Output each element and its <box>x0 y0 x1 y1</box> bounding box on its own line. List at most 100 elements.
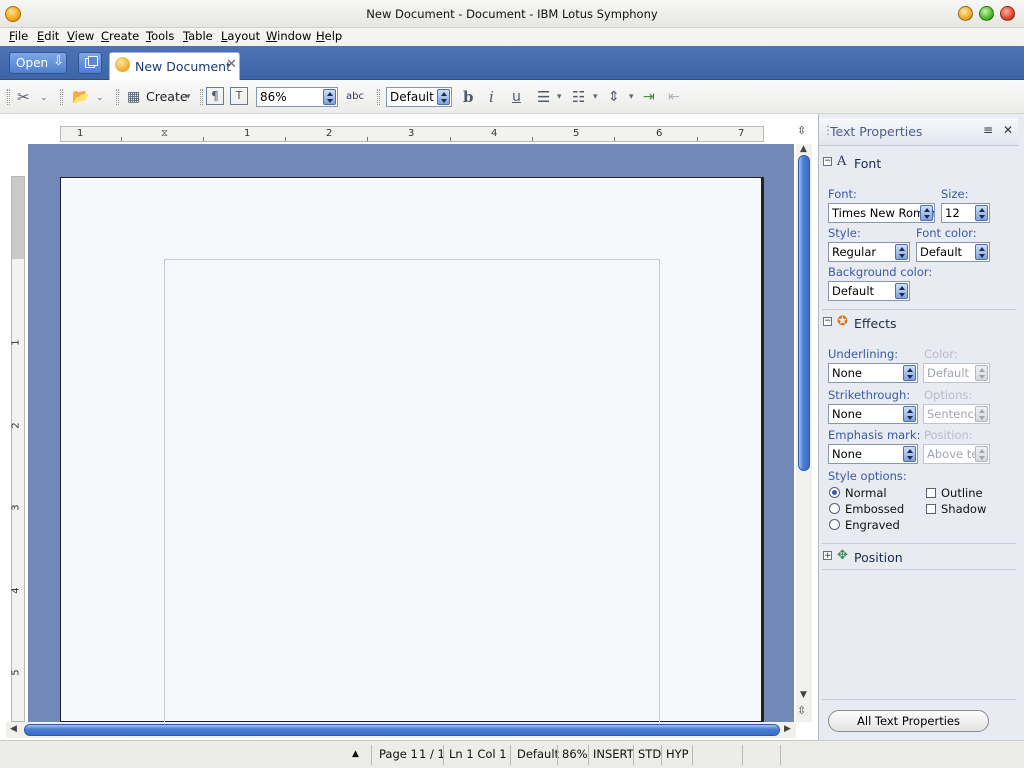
style-spin-icon[interactable] <box>895 244 908 260</box>
maximize-button[interactable] <box>979 6 994 21</box>
menu-create[interactable]: Create <box>101 29 139 43</box>
strike-options-spin-icon[interactable] <box>975 406 988 422</box>
font-color-combobox[interactable]: Default <box>916 242 990 262</box>
underline-color-combobox[interactable]: Default <box>923 363 990 383</box>
panel-menu-icon[interactable]: ≡ <box>983 123 993 137</box>
switch-windows-icon[interactable] <box>78 52 102 74</box>
background-color-combobox[interactable]: Default <box>828 281 910 301</box>
menu-tools[interactable]: Tools <box>146 29 174 43</box>
size-spin-icon[interactable] <box>975 205 988 221</box>
menu-view[interactable]: View <box>67 29 94 43</box>
ruler-toggle-icon[interactable]: ⇳ <box>797 124 806 137</box>
panel-close-icon[interactable]: ✕ <box>1003 123 1013 137</box>
position-section-header[interactable]: + ✥ Position <box>820 545 1016 571</box>
font-color-spin-icon[interactable] <box>975 244 988 260</box>
bullets-dropdown-icon[interactable]: ▾ <box>593 92 598 102</box>
embossed-radio[interactable] <box>829 503 840 514</box>
all-text-properties-button[interactable]: All Text Properties <box>828 710 989 732</box>
line-spacing-dropdown-icon[interactable]: ▾ <box>629 92 634 102</box>
status-insert-mode[interactable]: INSERT <box>593 747 634 761</box>
scroll-down-icon[interactable]: ▼ <box>800 690 807 700</box>
menu-table[interactable]: Table <box>183 29 213 43</box>
collapse-font-icon[interactable]: − <box>823 157 832 166</box>
status-zoom[interactable]: 86% <box>562 747 588 761</box>
status-style[interactable]: Default <box>517 747 559 761</box>
text-boundary[interactable] <box>164 259 660 722</box>
toolbar-grip[interactable] <box>60 89 63 105</box>
underlining-spin-icon[interactable] <box>903 365 916 381</box>
toolbar-grip[interactable] <box>116 89 119 105</box>
cut-icon[interactable]: ✂ <box>17 87 30 107</box>
background-color-spin-icon[interactable] <box>895 283 908 299</box>
paragraph-style-combobox[interactable]: Default T <box>386 87 452 107</box>
align-dropdown-icon[interactable]: ▾ <box>557 92 562 102</box>
open-button[interactable]: Open ⇩ <box>9 52 67 74</box>
zoom-combobox[interactable]: 86% <box>256 87 338 107</box>
toolbar-grip[interactable] <box>377 89 380 105</box>
close-window-button[interactable] <box>1000 6 1015 21</box>
decrease-indent-icon[interactable]: ⇤ <box>668 87 680 107</box>
font-spin-icon[interactable] <box>920 205 933 221</box>
next-page-icon[interactable]: ⇳ <box>797 704 806 717</box>
open-folder-icon[interactable]: 📂 <box>72 87 89 107</box>
collapse-effects-icon[interactable]: − <box>823 317 832 326</box>
menu-file[interactable]: File <box>9 29 28 43</box>
menu-window[interactable]: Window <box>266 29 311 43</box>
status-selection-mode[interactable]: STD <box>638 747 661 761</box>
horizontal-ruler[interactable]: 1 ⧖ 1 2 3 4 5 6 7 <box>60 126 764 142</box>
size-combobox[interactable]: 12 <box>941 203 990 223</box>
spellcheck-icon[interactable]: abc <box>346 87 364 107</box>
close-tab-icon[interactable]: ✕ <box>226 57 237 72</box>
cut-dropdown-icon[interactable]: ⌄ <box>40 93 48 103</box>
text-box-icon[interactable]: T <box>230 87 248 105</box>
minimize-button[interactable] <box>958 6 973 21</box>
expand-position-icon[interactable]: + <box>823 551 832 561</box>
scroll-up-icon[interactable]: ▲ <box>800 144 807 154</box>
emphasis-position-combobox[interactable]: Above tex <box>923 444 990 464</box>
zoom-spin-icon[interactable] <box>323 89 336 105</box>
formatting-marks-icon[interactable]: ¶ <box>206 87 224 105</box>
scroll-left-icon[interactable]: ◀ <box>10 724 17 734</box>
underline-color-spin-icon[interactable] <box>975 365 988 381</box>
style-spin-icon[interactable] <box>437 89 450 105</box>
outline-checkbox[interactable] <box>926 488 936 498</box>
scroll-right-icon[interactable]: ▶ <box>784 724 791 734</box>
strike-options-combobox[interactable]: Sentence <box>923 404 990 424</box>
status-hyphenation[interactable]: HYP <box>666 747 689 761</box>
bullet-list-icon[interactable]: ☷ <box>572 87 585 107</box>
style-combobox[interactable]: Regular <box>828 242 910 262</box>
create-menu-button[interactable]: Create <box>146 87 188 107</box>
menu-edit[interactable]: Edit <box>37 29 59 43</box>
toolbar-grip[interactable] <box>7 89 10 105</box>
tab-new-document[interactable]: New Document ✕ <box>109 52 240 80</box>
strikethrough-combobox[interactable]: None <box>828 404 918 424</box>
underline-icon[interactable]: u <box>512 87 521 107</box>
strikethrough-spin-icon[interactable] <box>903 406 916 422</box>
emphasis-mark-combobox[interactable]: None <box>828 444 918 464</box>
increase-indent-icon[interactable]: ⇥ <box>643 87 655 107</box>
font-section-header[interactable]: − A Font <box>820 151 1016 177</box>
effects-section-header[interactable]: − ✪ Effects <box>820 311 1016 337</box>
font-combobox[interactable]: Times New Roman <box>828 203 935 223</box>
status-expand-icon[interactable]: ▲ <box>352 749 359 759</box>
line-spacing-icon[interactable]: ⇕ <box>608 87 620 107</box>
table-icon[interactable]: ▦ <box>127 87 140 107</box>
underlining-combobox[interactable]: None <box>828 363 918 383</box>
left-indent-marker[interactable]: ⧖ <box>161 128 168 139</box>
normal-radio[interactable] <box>829 487 840 498</box>
shadow-checkbox[interactable] <box>926 504 936 514</box>
emphasis-mark-spin-icon[interactable] <box>903 446 916 462</box>
align-left-icon[interactable]: ☰ <box>537 87 550 107</box>
create-dropdown-icon[interactable]: ▾ <box>186 92 191 102</box>
open-folder-dropdown-icon[interactable]: ⌄ <box>96 93 104 103</box>
open-dropdown-icon[interactable]: ⇩ <box>53 54 64 69</box>
vertical-ruler[interactable]: 1 2 3 4 5 <box>11 176 25 722</box>
vertical-scroll-thumb[interactable] <box>798 155 810 471</box>
bold-icon[interactable]: b <box>463 87 474 107</box>
emphasis-position-spin-icon[interactable] <box>975 446 988 462</box>
engraved-radio[interactable] <box>829 519 840 530</box>
menu-layout[interactable]: Layout <box>221 29 260 43</box>
toolbar-grip[interactable] <box>200 89 203 105</box>
horizontal-scroll-thumb[interactable] <box>24 724 780 736</box>
italic-icon[interactable]: i <box>489 87 494 107</box>
